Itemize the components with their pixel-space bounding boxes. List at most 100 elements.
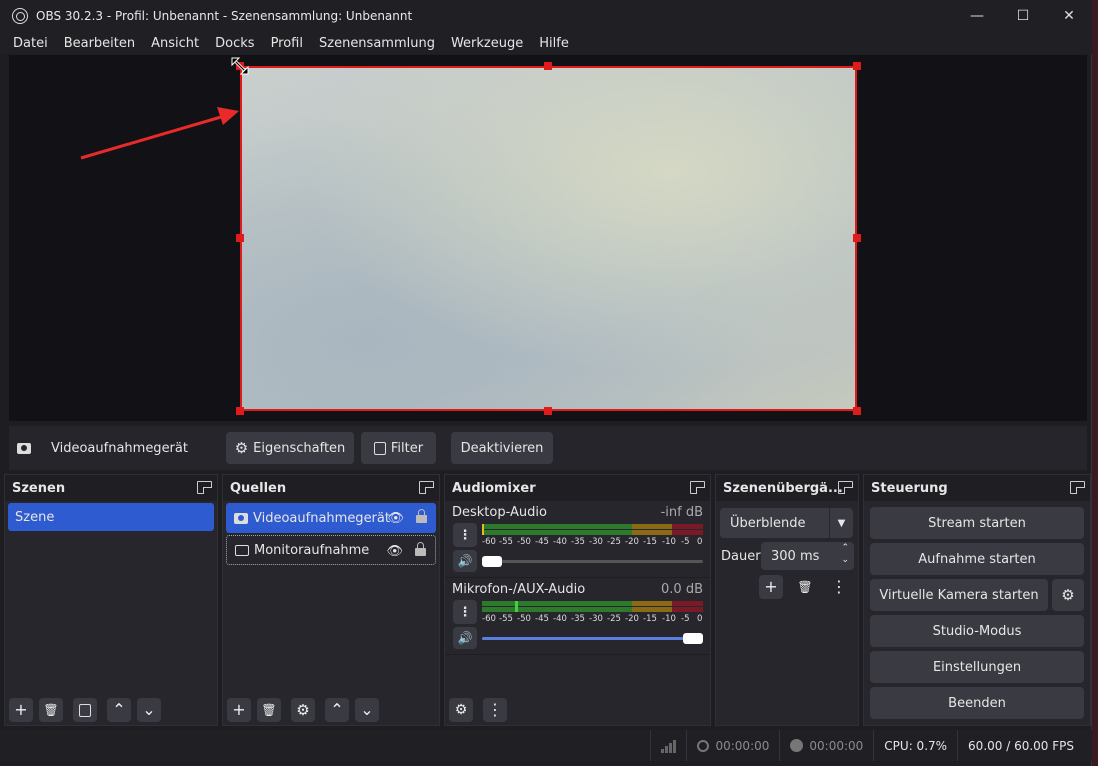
resize-handle-right[interactable]	[853, 234, 861, 242]
volume-slider-knob[interactable]	[683, 633, 703, 644]
channel-level: 0.0 dB	[661, 582, 703, 597]
transitions-dock: Szenenübergä... Überblende ▼ Dauer 300 m…	[715, 474, 859, 726]
sources-title: Quellen	[230, 480, 287, 496]
undock-icon[interactable]	[690, 481, 705, 494]
undock-icon[interactable]	[838, 481, 853, 494]
move-source-up-button[interactable]: ⌃	[325, 698, 349, 722]
remove-source-button[interactable]: 🗑	[257, 698, 281, 722]
kebab-menu-icon: ⋮	[487, 700, 503, 719]
menu-profil[interactable]: Profil	[263, 36, 311, 51]
resize-handle-left[interactable]	[236, 234, 244, 242]
level-meter	[482, 524, 703, 536]
volume-slider-knob[interactable]	[482, 556, 502, 567]
mute-button[interactable]: 🔊	[453, 550, 477, 572]
source-properties-button[interactable]: ⚙	[291, 698, 315, 722]
status-bar: 00:00:00 00:00:00 CPU: 0.7% 60.00 / 60.0…	[0, 730, 1092, 761]
fps-display: 60.00 / 60.00 FPS	[958, 739, 1092, 753]
settings-label: Einstellungen	[932, 659, 1022, 675]
deactivate-button[interactable]: Deaktivieren	[451, 432, 553, 464]
resize-handle-top[interactable]	[544, 62, 552, 70]
virtual-camera-settings-button[interactable]: ⚙	[1052, 579, 1084, 611]
exit-button[interactable]: Beenden	[870, 687, 1084, 719]
move-source-down-button[interactable]: ⌄	[355, 698, 379, 722]
add-source-button[interactable]: +	[227, 698, 251, 722]
filter-icon	[79, 703, 91, 717]
chevron-down-icon: ⌄	[360, 700, 374, 719]
obs-window: OBS 30.2.3 - Profil: Unbenannt - Szenens…	[0, 0, 1092, 766]
audio-channel-mic: Mikrofon-/AUX-Audio 0.0 dB ⋮ -60 -55 -50…	[445, 578, 710, 655]
resize-handle-bottom[interactable]	[544, 407, 552, 415]
camera-icon	[234, 512, 248, 524]
visibility-eye-icon[interactable]: 👁	[387, 511, 404, 526]
window-title: OBS 30.2.3 - Profil: Unbenannt - Szenens…	[36, 9, 413, 23]
maximize-button[interactable]: ☐	[1000, 0, 1046, 32]
title-bar: OBS 30.2.3 - Profil: Unbenannt - Szenens…	[0, 0, 1092, 32]
settings-button[interactable]: Einstellungen	[870, 651, 1084, 683]
audio-menu-button[interactable]: ⋮	[483, 698, 507, 722]
broadcast-icon	[697, 739, 710, 752]
undock-icon[interactable]	[419, 481, 434, 494]
resize-handle-top-right[interactable]	[853, 62, 861, 70]
scene-item[interactable]: Szene	[8, 503, 214, 531]
properties-label: Eigenschaften	[253, 440, 346, 456]
move-scene-down-button[interactable]: ⌄	[137, 698, 161, 722]
preview-canvas[interactable]	[9, 55, 1087, 421]
remove-scene-button[interactable]: 🗑	[39, 698, 63, 722]
network-status	[651, 739, 686, 753]
properties-button[interactable]: ⚙ Eigenschaften	[226, 432, 354, 464]
volume-slider[interactable]	[482, 556, 703, 567]
lock-icon[interactable]	[415, 542, 426, 556]
audio-mixer-dock: Audiomixer Desktop-Audio -inf dB ⋮ -60 -…	[444, 474, 711, 726]
source-item-monitor-capture[interactable]: Monitoraufnahme 👁	[226, 535, 436, 565]
filter-button[interactable]: Filter	[361, 432, 436, 464]
gear-icon: ⚙	[454, 702, 468, 718]
resize-handle-bottom-left[interactable]	[236, 407, 244, 415]
move-scene-up-button[interactable]: ⌃	[107, 698, 131, 722]
spin-up-icon[interactable]: ⌃	[841, 543, 849, 553]
menu-docks[interactable]: Docks	[207, 36, 262, 51]
trash-icon: 🗑	[43, 703, 59, 717]
studio-mode-button[interactable]: Studio-Modus	[870, 615, 1084, 647]
remove-transition-button[interactable]: 🗑	[793, 575, 817, 599]
spin-down-icon[interactable]: ⌄	[841, 555, 849, 565]
start-recording-button[interactable]: Aufnahme starten	[870, 543, 1084, 575]
duration-spinbox[interactable]: 300 ms ⌃ ⌄	[761, 542, 854, 570]
record-status: 00:00:00	[780, 739, 873, 753]
channel-level: -inf dB	[660, 505, 703, 520]
scenes-dock: Szenen Szene + 🗑 ⌃ ⌄	[4, 474, 218, 726]
close-button[interactable]: ✕	[1046, 0, 1092, 32]
camera-icon	[17, 442, 31, 454]
volume-slider[interactable]	[482, 633, 703, 644]
cpu-usage-label: CPU: 0.7%	[884, 738, 948, 753]
scene-filters-button[interactable]	[73, 698, 97, 722]
add-scene-button[interactable]: +	[9, 698, 33, 722]
menu-hilfe[interactable]: Hilfe	[531, 36, 577, 51]
minimize-button[interactable]: —	[954, 0, 1000, 32]
undock-icon[interactable]	[1070, 481, 1085, 494]
start-recording-label: Aufnahme starten	[918, 551, 1036, 567]
undock-icon[interactable]	[197, 481, 212, 494]
video-source-frame[interactable]	[240, 66, 857, 411]
audio-settings-button[interactable]: ⚙	[449, 698, 473, 722]
visibility-eye-icon[interactable]: 👁	[386, 544, 403, 559]
start-stream-button[interactable]: Stream starten	[870, 507, 1084, 539]
mute-button[interactable]: 🔊	[453, 627, 477, 649]
menu-ansicht[interactable]: Ansicht	[143, 36, 207, 51]
lock-icon[interactable]	[416, 509, 427, 523]
add-transition-button[interactable]: +	[759, 575, 783, 599]
menu-werkzeuge[interactable]: Werkzeuge	[443, 36, 531, 51]
channel-name: Desktop-Audio	[452, 505, 547, 520]
fps-label: 60.00 / 60.00 FPS	[968, 738, 1074, 753]
transition-select[interactable]: Überblende ▼	[720, 508, 853, 538]
record-dot-icon	[790, 739, 804, 752]
channel-menu-button[interactable]: ⋮	[453, 600, 477, 624]
start-virtual-camera-button[interactable]: Virtuelle Kamera starten	[870, 579, 1048, 611]
menu-szenensammlung[interactable]: Szenensammlung	[311, 36, 443, 51]
menu-bearbeiten[interactable]: Bearbeiten	[56, 36, 143, 51]
source-item-video-capture[interactable]: Videoaufnahmegerät 👁	[226, 503, 436, 533]
menu-datei[interactable]: Datei	[5, 36, 56, 51]
level-meter	[482, 601, 703, 613]
resize-handle-bottom-right[interactable]	[853, 407, 861, 415]
channel-menu-button[interactable]: ⋮	[453, 523, 477, 547]
transition-menu-button[interactable]: ⋮	[827, 575, 851, 599]
